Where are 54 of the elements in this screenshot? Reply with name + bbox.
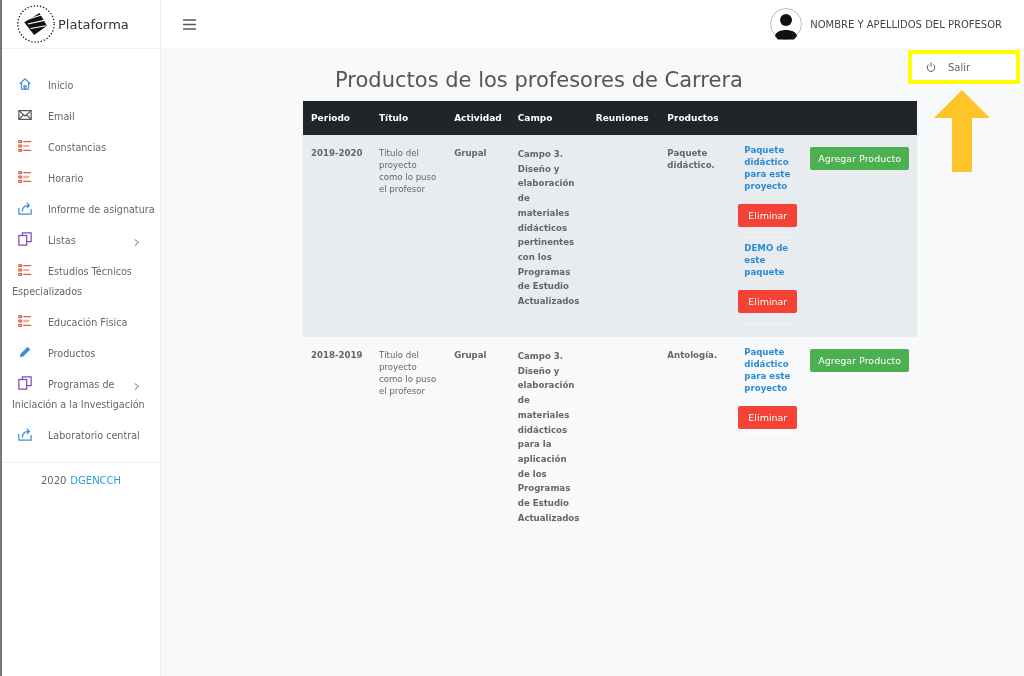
table-cell: Título del proyecto como lo puso el profesor — [378, 350, 437, 396]
sidebar-item[interactable]: Productos — [2, 339, 160, 370]
sidebar-item[interactable]: Listas — [2, 226, 160, 257]
product-link[interactable]: Paquete didáctico para este proyecto — [738, 346, 799, 394]
sidebar-item[interactable]: Inicio — [2, 71, 160, 102]
sidebar-item[interactable]: Laboratorio central — [2, 421, 160, 452]
share-icon — [18, 427, 32, 441]
table-cell: Campo 3. Diseño y elaboración de materiales didácticos pertinentes con los Programas de Estudio Actualizados — [517, 149, 580, 307]
list-icon — [18, 314, 32, 328]
column-header: Título — [378, 113, 409, 123]
delete-button[interactable]: Eliminar — [738, 406, 798, 429]
share-icon — [18, 201, 32, 215]
column-header: Productos — [667, 113, 719, 123]
column-header: Actividad — [454, 113, 502, 123]
product-link[interactable]: Paquete didáctico para este proyecto — [738, 144, 799, 192]
table-cell: 2019-2020 — [311, 148, 363, 158]
logo-icon — [16, 4, 56, 44]
table-cell: Paquete didáctico. — [667, 148, 715, 170]
user-name[interactable]: NOMBRE Y APELLIDOS DEL PROFESOR — [810, 18, 1002, 30]
column-header: Campo — [517, 113, 553, 123]
product-link[interactable]: DEMO de este paquete — [738, 242, 799, 278]
sidebar-item[interactable]: Email — [2, 102, 160, 133]
sidebar-item[interactable]: Constancias — [2, 133, 160, 164]
avatar-icon[interactable] — [770, 8, 803, 40]
sidebar-item[interactable]: Informe de asignatura — [2, 195, 160, 226]
brand-name: Plataforma — [58, 16, 129, 32]
sidebar-item[interactable]: Programas de Iniciación a la Investigación — [2, 370, 160, 421]
table-cell: Grupal — [454, 148, 487, 158]
table-cell: Antología. — [667, 350, 718, 360]
highlighted-menu-item[interactable]: Salir — [908, 50, 1020, 84]
table-cell: Campo 3. Diseño y elaboración de materiales didácticos para la aplicación de los Programas de Estudio Actualizados — [517, 351, 580, 523]
column-header: Periodo — [311, 113, 351, 123]
list-icon — [18, 139, 32, 153]
table-cell: 2018-2019 — [311, 350, 363, 360]
pencil-icon — [18, 345, 32, 359]
delete-button[interactable]: Eliminar — [738, 204, 798, 227]
documents-icon — [18, 232, 32, 246]
page-title: Productos de los profesores de Carrera — [334, 68, 744, 92]
list-icon — [18, 263, 32, 277]
list-icon — [18, 170, 32, 184]
envelope-icon — [18, 108, 32, 122]
up-arrow-icon — [934, 90, 990, 172]
column-header: Reuniones — [595, 113, 649, 123]
delete-button[interactable]: Eliminar — [738, 290, 798, 313]
table-cell: Título del proyecto como lo puso el profesor — [378, 148, 437, 194]
power-icon — [926, 62, 936, 72]
footer-year: 2020 — [40, 475, 67, 486]
sidebar-item[interactable]: Horario — [2, 164, 160, 195]
sidebar-item[interactable]: Educación Física — [2, 308, 160, 339]
home-icon — [18, 77, 32, 91]
documents-icon — [18, 376, 32, 390]
menu-icon[interactable] — [183, 18, 196, 30]
table-cell: Grupal — [454, 350, 487, 360]
sidebar-item[interactable]: Estudios Técnicos Especializados — [2, 257, 160, 308]
